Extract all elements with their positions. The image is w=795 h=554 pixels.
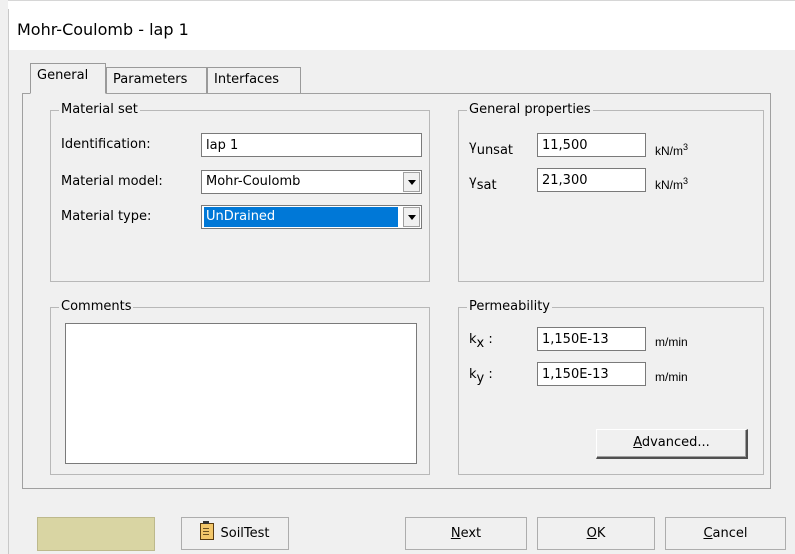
comments-textarea[interactable] — [65, 323, 417, 464]
title-bar: Mohr-Coulomb - lap 1 — [9, 8, 795, 50]
tab-interfaces[interactable]: Interfaces — [207, 67, 301, 93]
chevron-down-icon[interactable] — [403, 207, 420, 227]
ok-mnemonic: O — [586, 526, 597, 541]
identification-label: Identification: — [61, 137, 151, 152]
identification-input[interactable] — [201, 133, 422, 157]
kx-input[interactable] — [537, 327, 646, 351]
kx-label: kx : — [469, 332, 493, 351]
cancel-mnemonic: C — [703, 526, 713, 541]
chevron-down-icon[interactable] — [403, 172, 420, 192]
next-mnemonic: N — [450, 526, 461, 541]
tab-parameters-label: Parameters — [113, 72, 188, 87]
advanced-button[interactable]: Advanced... — [596, 429, 748, 459]
gamma-sat-symbol: γsat — [469, 174, 497, 193]
material-model-value: Mohr-Coulomb — [206, 174, 301, 189]
material-set-title: Material set — [59, 102, 140, 118]
tab-general-label: General — [37, 68, 89, 83]
gamma-unsat-unit: kN/m3 — [655, 142, 689, 158]
tab-interfaces-label: Interfaces — [214, 72, 279, 87]
next-label: ext — [460, 526, 482, 541]
cancel-button[interactable]: Cancel — [665, 517, 786, 550]
material-type-select[interactable]: UnDrained — [201, 205, 422, 229]
tab-general[interactable]: General — [30, 63, 106, 94]
material-model-select[interactable]: Mohr-Coulomb — [201, 170, 422, 194]
tab-panel-general: Material set Identification: Material mo… — [22, 93, 771, 489]
left-edge — [0, 0, 9, 554]
gamma-sat-unit: kN/m3 — [655, 176, 689, 192]
general-properties-title: General properties — [467, 102, 593, 118]
soiltest-label: SoilTest — [220, 526, 270, 541]
gamma-unsat-input[interactable] — [537, 133, 646, 157]
advanced-label: dvanced... — [641, 435, 710, 450]
material-type-value: UnDrained — [203, 206, 399, 228]
gamma-sat-input[interactable] — [537, 168, 646, 192]
advanced-mnemonic: A — [633, 435, 642, 450]
material-color-swatch[interactable] — [37, 517, 155, 551]
permeability-title: Permeability — [467, 299, 552, 315]
gamma-unsat-symbol: γunsat — [469, 139, 514, 158]
ky-unit: m/min — [655, 370, 688, 384]
cancel-label: ancel — [712, 526, 748, 541]
kx-unit: m/min — [655, 335, 688, 349]
soiltest-button[interactable]: SoilTest — [181, 517, 289, 550]
ok-label: K — [596, 526, 606, 541]
window-title: Mohr-Coulomb - lap 1 — [17, 20, 189, 39]
tab-parameters[interactable]: Parameters — [106, 67, 207, 93]
clipboard-icon — [200, 521, 215, 540]
ky-input[interactable] — [537, 362, 646, 386]
ok-button[interactable]: OK — [537, 517, 655, 550]
material-type-label: Material type: — [61, 209, 152, 224]
comments-title: Comments — [59, 299, 134, 315]
next-button[interactable]: Next — [405, 517, 527, 550]
dialog-window: Mohr-Coulomb - lap 1 General Parameters … — [0, 0, 795, 554]
ky-label: ky : — [469, 367, 493, 386]
material-model-label: Material model: — [61, 174, 163, 189]
